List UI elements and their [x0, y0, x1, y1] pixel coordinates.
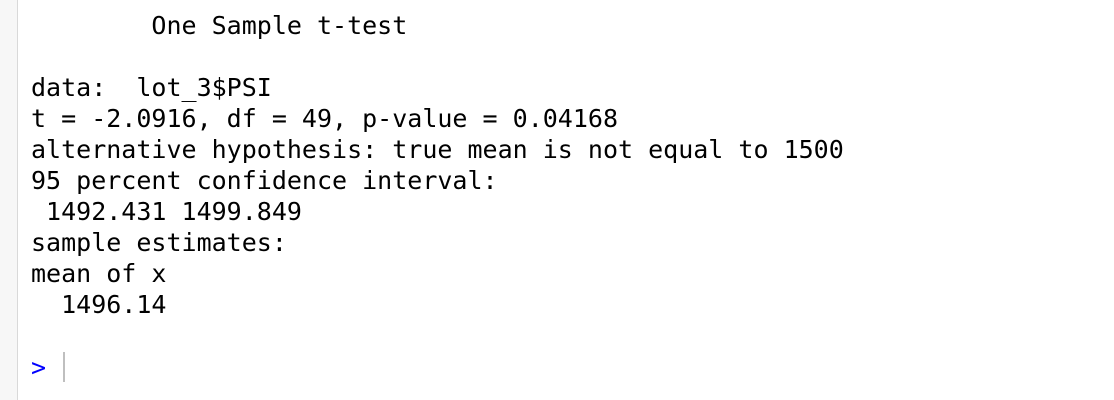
console-output: One Sample t-test data: lot_3$PSI t = -2.0… [31, 10, 844, 320]
left-gutter [0, 0, 17, 400]
output-line-ci-values: 1492.431 1499.849 [31, 197, 302, 226]
prompt-symbol: > [31, 352, 47, 382]
output-line-mean-value: 1496.14 [31, 290, 167, 319]
output-line-estimates-label: sample estimates: [31, 228, 287, 257]
output-line-blank [31, 41, 844, 72]
output-line-title: One Sample t-test [31, 11, 408, 40]
console-input-row[interactable]: > [31, 351, 65, 383]
output-line-statistics: t = -2.0916, df = 49, p-value = 0.04168 [31, 104, 618, 133]
text-cursor[interactable] [63, 352, 65, 382]
output-line-alternative: alternative hypothesis: true mean is not… [31, 135, 844, 164]
output-line-data: data: lot_3$PSI [31, 73, 272, 102]
output-line-mean-label: mean of x [31, 259, 167, 288]
output-line-ci-label: 95 percent confidence interval: [31, 166, 498, 195]
r-console[interactable]: One Sample t-test data: lot_3$PSI t = -2.0… [17, 0, 1114, 400]
